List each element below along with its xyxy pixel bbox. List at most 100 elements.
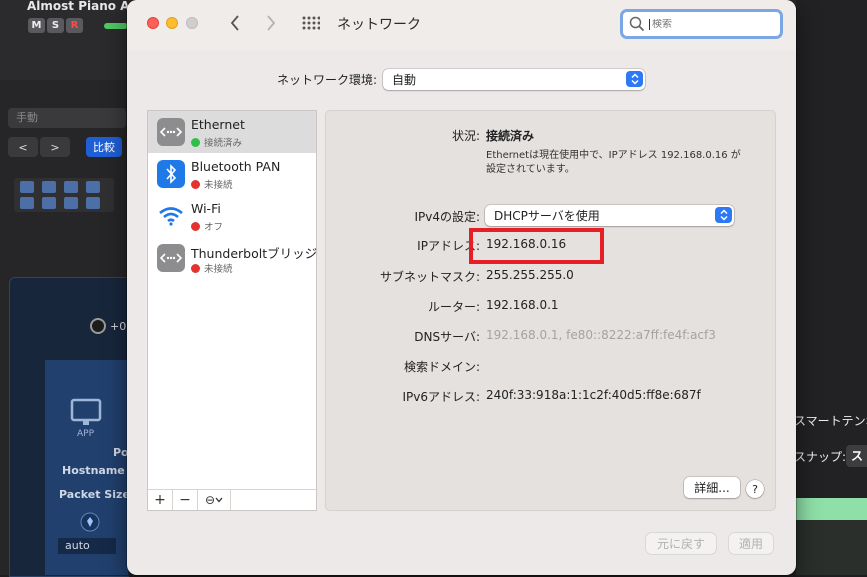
search-field[interactable] <box>620 9 783 39</box>
ipv6-address-value: 240f:33:918a:1:1c2f:40d5:ff8e:687f <box>486 388 701 402</box>
service-status: 未接続 <box>191 177 233 191</box>
wifi-icon <box>157 202 185 230</box>
dns-server-label: DNSサーバ: <box>414 330 480 344</box>
service-name: Thunderboltブリッジ <box>191 246 318 261</box>
location-popup[interactable]: 自動 <box>383 69 645 90</box>
daw-smart-tempo-label: スマートテンポ <box>794 414 867 428</box>
service-name: Ethernet <box>191 117 245 132</box>
ethernet-icon <box>157 118 185 146</box>
chevron-left-icon <box>230 15 239 31</box>
service-list: Ethernet 接続済み Bluetooth PAN 未接続 Wi-Fi オフ… <box>147 110 317 511</box>
service-name: Wi-Fi <box>191 201 221 216</box>
chevron-down-icon <box>215 497 223 503</box>
mute-button[interactable]: M <box>28 18 45 33</box>
ipv4-config-value: DHCPサーバを使用 <box>494 209 600 223</box>
pin-icon[interactable] <box>80 512 100 534</box>
ipv4-config-popup[interactable]: DHCPサーバを使用 <box>485 205 734 226</box>
service-status: オフ <box>191 219 223 233</box>
close-button[interactable] <box>147 17 159 29</box>
daw-preset-field[interactable]: 手動 <box>8 108 126 128</box>
forward-button[interactable] <box>260 11 282 35</box>
service-status: 接続済み <box>191 135 242 149</box>
show-all-grid-icon[interactable] <box>302 16 320 30</box>
undo-icon[interactable] <box>64 181 78 193</box>
back-button[interactable] <box>224 11 246 35</box>
popup-chevron-icon <box>626 71 643 87</box>
info-icon[interactable] <box>42 197 56 209</box>
status-value: 接続済み <box>486 129 535 143</box>
status-label: 状況: <box>451 129 480 143</box>
search-icon[interactable] <box>64 197 78 209</box>
service-item-thunderbolt-bridge[interactable]: Thunderboltブリッジ 未接続 <box>148 237 318 279</box>
status-description: Ethernetは現在使用中で、IPアドレス 192.168.0.16 が設定さ… <box>486 150 741 175</box>
search-icon <box>629 16 645 32</box>
service-status-text: 未接続 <box>204 264 233 275</box>
service-list-footer: + − ⊖ <box>147 489 317 511</box>
help-icon[interactable] <box>20 197 34 209</box>
service-item-bluetooth-pan[interactable]: Bluetooth PAN 未接続 <box>148 153 316 195</box>
daw-prev-button[interactable]: < <box>8 137 38 157</box>
daw-packet-size-label: Packet Size <box>59 488 130 501</box>
service-item-ethernet[interactable]: Ethernet 接続済み <box>148 111 316 153</box>
daw-snap-label: スナップ: <box>794 450 847 464</box>
daw-snap-popup[interactable]: ス <box>846 445 867 467</box>
service-name: Bluetooth PAN <box>191 159 281 174</box>
lock-icon[interactable] <box>86 197 100 209</box>
status-dot-icon <box>191 179 200 189</box>
ip-address-highlight-box <box>469 228 604 264</box>
daw-knob[interactable] <box>90 318 106 334</box>
daw-region[interactable] <box>796 498 867 520</box>
window-toolbar: ネットワーク <box>127 0 796 50</box>
status-dot-icon <box>191 221 200 231</box>
daw-preset-nav: < > <box>8 137 70 157</box>
subnet-mask-value: 255.255.255.0 <box>486 268 574 282</box>
chevron-right-icon <box>267 15 276 31</box>
service-status-text: オフ <box>204 222 224 233</box>
redo-icon[interactable] <box>86 181 100 193</box>
search-domain-label: 検索ドメイン: <box>403 360 480 374</box>
daw-tracks-area <box>796 0 867 575</box>
network-preferences-window: ネットワーク ネットワーク環境: 自動 Ethernet 接続済み <box>127 0 796 575</box>
zoom-button[interactable] <box>186 17 198 29</box>
gear-icon[interactable] <box>42 181 56 193</box>
ipv6-address-label: IPv6アドレス: <box>402 390 480 404</box>
daw-track-lane <box>796 520 867 575</box>
ipv4-config-label: IPv4の設定: <box>414 210 480 224</box>
help-button[interactable]: ? <box>746 480 764 498</box>
list-icon[interactable] <box>20 181 34 193</box>
location-value: 自動 <box>392 73 417 87</box>
popup-chevron-icon <box>715 207 732 223</box>
router-label: ルーター: <box>427 300 480 314</box>
daw-level-meter <box>104 23 128 29</box>
minimize-button[interactable] <box>166 17 178 29</box>
action-menu-button[interactable]: ⊖ <box>198 490 231 510</box>
service-status-text: 接続済み <box>204 138 243 149</box>
daw-tool-palette <box>14 178 114 212</box>
router-value: 192.168.0.1 <box>486 298 559 312</box>
service-item-wifi[interactable]: Wi-Fi オフ <box>148 195 316 237</box>
dns-server-value: 192.168.0.1, fe80::8222:a7ff:fe4f:acf3 <box>486 328 716 342</box>
apply-button[interactable]: 適用 <box>729 533 773 554</box>
daw-compare-button[interactable]: 比較 <box>86 137 122 157</box>
daw-packet-size-value[interactable]: auto <box>58 538 116 554</box>
daw-next-button[interactable]: > <box>40 137 70 157</box>
location-label: ネットワーク環境: <box>277 73 378 87</box>
service-status-text: 未接続 <box>204 180 233 191</box>
thunderbolt-bridge-icon <box>157 244 185 272</box>
service-status: 未接続 <box>191 261 233 275</box>
revert-button[interactable]: 元に戻す <box>646 533 716 554</box>
window-title: ネットワーク <box>337 17 421 33</box>
action-menu-icon: ⊖ <box>204 493 216 507</box>
daw-app-label: APP <box>77 429 95 439</box>
status-dot-icon <box>191 137 200 147</box>
status-dot-icon <box>191 263 200 273</box>
add-service-button[interactable]: + <box>148 490 173 510</box>
remove-service-button[interactable]: − <box>173 490 198 510</box>
solo-button[interactable]: S <box>47 18 64 33</box>
search-input[interactable] <box>649 18 772 30</box>
subnet-mask-label: サブネットマスク: <box>379 270 480 284</box>
daw-msr-buttons: M S R <box>28 18 83 33</box>
advanced-button[interactable]: 詳細... <box>684 477 740 498</box>
bluetooth-icon <box>157 160 185 188</box>
record-button[interactable]: R <box>66 18 83 33</box>
